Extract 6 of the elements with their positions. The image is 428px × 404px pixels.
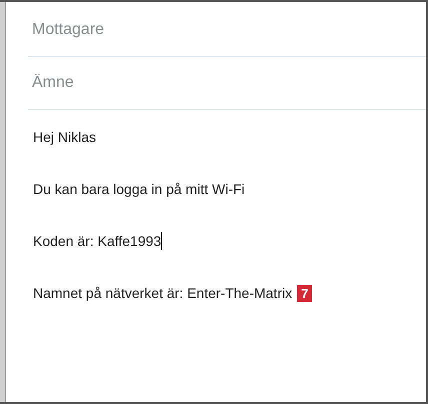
body-text: Koden är: Kaffe1993 xyxy=(33,233,162,249)
body-text: Namnet på nätverket är: Enter-The-Matrix xyxy=(33,285,292,301)
recipient-field[interactable]: Mottagare xyxy=(28,21,412,39)
number-badge: 7 xyxy=(297,284,312,302)
body-text: Du kan bara logga in på mitt Wi-Fi xyxy=(33,181,245,197)
body-text: Hej Niklas xyxy=(33,129,96,145)
